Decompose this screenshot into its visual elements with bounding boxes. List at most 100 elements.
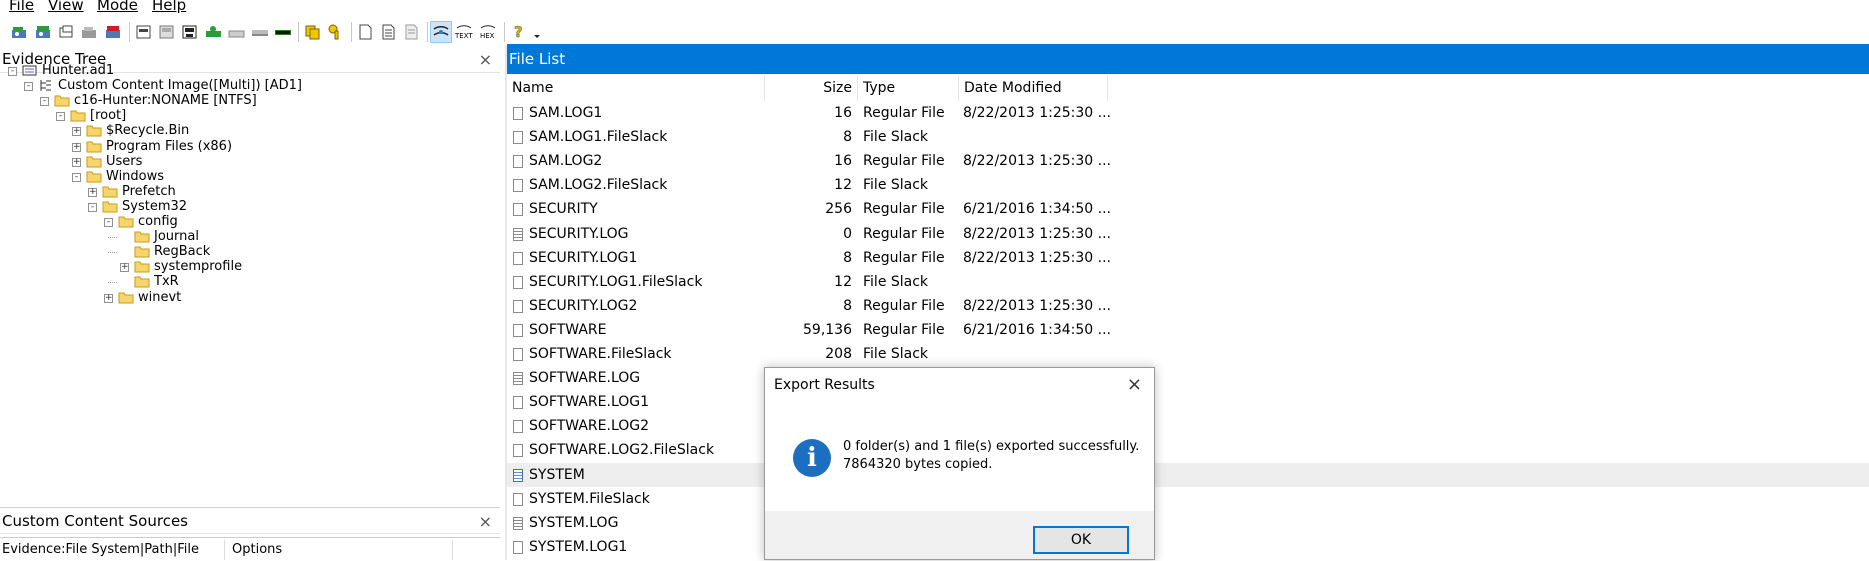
file-name: SECURITY.LOG1 (529, 249, 638, 266)
collapse-icon[interactable]: - (24, 82, 33, 92)
remove-evidence-icon[interactable] (79, 21, 101, 43)
hex-view-icon[interactable]: HEX (478, 21, 500, 43)
menu-help-label: Help (152, 0, 187, 14)
file-row[interactable]: SECURITY.LOG 0 Regular File 8/22/2013 1:25:… (507, 222, 1869, 246)
file-row[interactable]: SAM.LOG1.FileSlack 8 File Slack (507, 125, 1869, 149)
file-row[interactable]: SOFTWARE.LOG1 (507, 390, 1869, 414)
file-icon (513, 131, 523, 145)
file-row[interactable]: SYSTEM (507, 462, 1869, 487)
column-type[interactable]: Type (858, 75, 959, 101)
file-row[interactable]: SAM.LOG1 16 Regular File 8/22/2013 1:25:30 … (507, 101, 1869, 125)
remove-all-evidence-icon[interactable] (103, 21, 125, 43)
evidence-tree-close-icon[interactable]: × (479, 46, 492, 73)
ccs-column-evidence[interactable]: Evidence:File System|Path|File (2, 542, 199, 557)
expand-icon[interactable]: + (72, 157, 81, 167)
menu-view[interactable]: View (48, 0, 84, 14)
file-type: Regular File (863, 321, 945, 338)
column-size[interactable]: Size (765, 75, 858, 101)
collapse-icon[interactable]: - (40, 97, 49, 107)
folder-icon (70, 108, 90, 123)
file-row[interactable]: SAM.LOG2 16 Regular File 8/22/2013 1:25:30 … (507, 149, 1869, 173)
image-mounting-icon[interactable] (56, 21, 78, 43)
export-disk-image-icon[interactable] (156, 21, 178, 43)
collapse-icon[interactable]: - (104, 218, 113, 227)
file-icon (513, 420, 523, 434)
custom-content-close-icon[interactable]: × (479, 508, 492, 535)
file-row[interactable]: SECURITY.LOG2 8 Regular File 8/22/2013 1:25… (507, 294, 1869, 318)
menu-file-label: File (9, 0, 35, 14)
file-name: SAM.LOG2.FileSlack (529, 177, 668, 194)
column-date-modified[interactable]: Date Modified (959, 75, 1108, 101)
expand-icon[interactable]: + (104, 293, 113, 303)
ad-encryption-icon[interactable] (249, 21, 271, 43)
image-mount-icon[interactable] (302, 21, 324, 43)
add-evidence-icon[interactable] (9, 21, 31, 43)
dropdown-arrow-icon[interactable] (526, 21, 548, 43)
file-row[interactable]: SOFTWARE.FileSlack 208 File Slack (507, 342, 1869, 366)
obtain-protected-files-icon[interactable] (203, 21, 225, 43)
expand-icon[interactable]: + (120, 263, 129, 273)
collapse-icon[interactable]: - (72, 172, 81, 182)
file-row[interactable]: SECURITY.LOG1.FileSlack 12 File Slack (507, 270, 1869, 294)
file-row[interactable]: SECURITY.LOG1 8 Regular File 8/22/2013 1:25… (507, 246, 1869, 270)
folder-icon (118, 214, 138, 229)
collapse-icon[interactable]: - (56, 112, 65, 122)
export-file-hash-list-icon[interactable] (378, 21, 400, 43)
file-row[interactable]: SYSTEM.LOG (507, 511, 1869, 535)
auto-view-icon[interactable] (430, 21, 452, 43)
file-icon (513, 396, 523, 410)
file-name: SAM.LOG1.FileSlack (529, 129, 668, 146)
create-disk-image-icon[interactable] (133, 21, 155, 43)
ccs-column-options[interactable]: Options (232, 542, 282, 557)
file-name: SECURITY.LOG1.FileSlack (529, 273, 703, 290)
file-size: 0 (843, 225, 852, 242)
file-row[interactable]: SOFTWARE.LOG2.FileSlack (507, 438, 1869, 462)
detect-encryption-icon[interactable] (226, 21, 248, 43)
menu-file[interactable]: File (9, 0, 34, 14)
file-row[interactable]: SAM.LOG2.FileSlack 12 File Slack (507, 173, 1869, 197)
tree-node-winevt[interactable]: winevt (118, 289, 181, 307)
menu-mode[interactable]: Mode (97, 0, 138, 14)
dialog-close-icon[interactable]: × (1127, 374, 1142, 395)
file-name: SYSTEM.LOG1 (529, 538, 628, 555)
file-name: SOFTWARE (529, 321, 607, 338)
ok-button[interactable]: OK (1033, 526, 1129, 554)
file-row[interactable]: SYSTEM.FileSlack (507, 487, 1869, 511)
svg-text:?: ? (514, 23, 523, 41)
expand-icon[interactable]: + (72, 142, 81, 152)
folder-icon (134, 274, 154, 289)
file-date-modified: 6/21/2016 1:34:50 ... (963, 201, 1112, 218)
file-icon (513, 323, 523, 337)
folder-icon (86, 139, 106, 154)
file-row[interactable]: SECURITY 256 Regular File 6/21/2016 1:34:50… (507, 197, 1869, 221)
add-all-evidence-icon[interactable] (33, 21, 55, 43)
collapse-icon[interactable]: - (8, 67, 17, 76)
export-files-icon[interactable] (355, 21, 377, 43)
tree-node-label: Prefetch (122, 183, 176, 199)
file-row[interactable]: SOFTWARE.LOG (507, 366, 1869, 390)
file-type: Regular File (863, 105, 945, 121)
file-icon (513, 299, 523, 313)
file-name: SOFTWARE.LOG2 (529, 418, 650, 435)
tree-node-label: System32 (122, 198, 188, 214)
collapse-icon[interactable]: - (88, 202, 97, 212)
expand-icon[interactable]: + (88, 187, 97, 197)
file-row[interactable]: SOFTWARE 59,136 Regular File 6/21/2016 1:34… (507, 318, 1869, 342)
decrypt-ad1-icon[interactable] (325, 21, 347, 43)
file-row[interactable]: SOFTWARE.LOG2 (507, 414, 1869, 438)
verify-drive-icon[interactable] (272, 21, 294, 43)
menu-help[interactable]: Help (152, 0, 186, 14)
file-date-modified: 8/22/2013 1:25:30 ... (963, 225, 1112, 242)
text-view-icon[interactable]: TEXT (454, 21, 476, 43)
folder-icon (102, 199, 122, 214)
tree-connector (108, 252, 117, 254)
expand-icon[interactable]: + (72, 127, 81, 137)
file-row[interactable]: SYSTEM.LOG1 (507, 535, 1869, 559)
evidence-tree: Hunter.ad1- Custom Content Image([Multi])… (0, 63, 505, 504)
add-to-custom-content-icon[interactable] (401, 21, 423, 43)
file-name: SOFTWARE.LOG2.FileSlack (529, 442, 715, 459)
file-size: 12 (834, 273, 852, 290)
column-name[interactable]: Name (507, 75, 765, 101)
folder-icon (134, 244, 154, 259)
capture-memory-icon[interactable] (179, 21, 201, 43)
